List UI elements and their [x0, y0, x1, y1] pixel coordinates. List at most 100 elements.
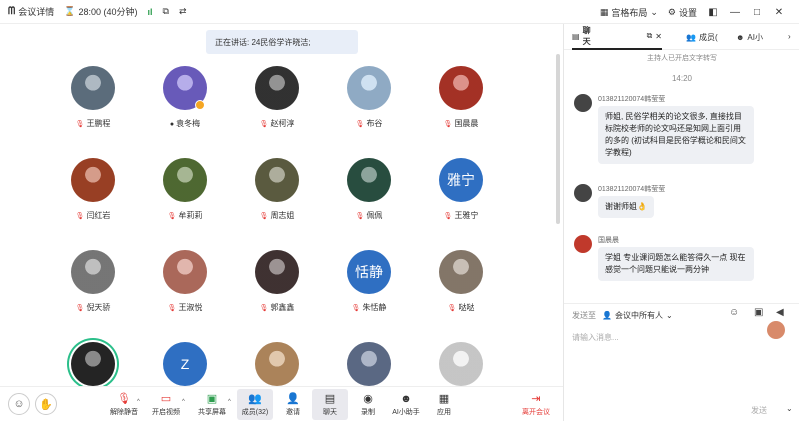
image-icon[interactable]: ▣: [754, 307, 763, 318]
participant-name-label: 倪天骄: [86, 303, 111, 312]
popout-icon[interactable]: ⧉: [647, 31, 653, 41]
hand-icon: ✋: [39, 398, 53, 411]
participant-tile[interactable]: Z: [137, 340, 229, 386]
participant-name-label: 王鹏程: [86, 119, 111, 128]
participant-tile[interactable]: 🎙 牟莉莉: [137, 156, 229, 248]
tab-chat-label: 聊天: [582, 26, 591, 46]
audio-options-caret[interactable]: ^: [137, 399, 140, 405]
raise-hand-button[interactable]: ✋: [35, 393, 57, 415]
record-button[interactable]: ◉ 录制: [350, 389, 386, 420]
participant-name-label: 王淑悦: [178, 303, 203, 312]
participant-tile[interactable]: 🎙 倪天骄: [45, 248, 137, 340]
minimize-button[interactable]: —: [729, 7, 741, 18]
participant-tile[interactable]: 🎙 国晨晨: [413, 64, 505, 156]
leave-meeting-label: 离开会议: [522, 408, 550, 416]
tab-ai[interactable]: ☻ AI小: [736, 24, 763, 50]
maximize-button[interactable]: □: [751, 7, 763, 18]
message-time: 14:20: [671, 74, 693, 83]
participant-tile[interactable]: 🎙 郭鑫鑫: [229, 248, 321, 340]
participant-name: 🎙 佩佩: [321, 210, 417, 221]
emoji-reaction-button[interactable]: ☺: [8, 393, 30, 415]
participant-tile[interactable]: 🎙 周志姐: [229, 156, 321, 248]
participant-tile[interactable]: [413, 340, 505, 386]
photo-placeholder: [347, 158, 391, 202]
tab-chat[interactable]: ▤ 聊天 ⧉ ✕: [572, 24, 662, 50]
photo-placeholder: [255, 66, 299, 110]
apps-button[interactable]: ▦ 应用: [426, 389, 462, 420]
participant-tile[interactable]: 🎙 王鹏程: [45, 64, 137, 156]
message-input[interactable]: 请输入消息...: [572, 332, 619, 343]
close-icon[interactable]: ✕: [655, 32, 662, 41]
signal-icon[interactable]: ıl: [148, 7, 153, 17]
translate-icon[interactable]: ⇄: [179, 6, 187, 17]
scrollbar[interactable]: [556, 54, 560, 224]
more-options-icon[interactable]: ◀: [776, 307, 784, 318]
mic-off-icon: 🎙: [447, 305, 457, 312]
chat-message: 013821120074韩莹莹 谢谢师姐👌: [574, 184, 784, 224]
tab-members[interactable]: 👥 成员(: [686, 24, 718, 50]
mic-off-icon: 🎙: [355, 121, 365, 128]
participant-tile[interactable]: [321, 340, 413, 386]
participant-tile[interactable]: 🎙 布谷: [321, 64, 413, 156]
participant-tile[interactable]: 雅宁 🎙 王雅宁: [413, 156, 505, 248]
video-options-caret[interactable]: ^: [182, 399, 185, 405]
leave-meeting-button[interactable]: ⇥ 离开会议: [518, 389, 554, 420]
photo-placeholder: [255, 342, 299, 386]
sidebar-toggle-icon[interactable]: ◧: [707, 7, 719, 18]
share-screen-button[interactable]: ▣ 共享屏幕: [194, 389, 230, 420]
share-screen-label: 共享屏幕: [198, 408, 226, 416]
participant-name: 🎙 周志姐: [229, 210, 325, 221]
invite-button[interactable]: 👤 邀请: [275, 389, 311, 420]
send-button[interactable]: 发送: [751, 405, 767, 416]
mic-off-icon: 🎙: [443, 213, 453, 220]
participant-tile[interactable]: 🎙 佩佩: [321, 156, 413, 248]
ai-assistant-button[interactable]: ☻ AI小助手: [388, 389, 424, 420]
unmute-label: 解除静音: [110, 408, 138, 416]
photo-placeholder: [347, 66, 391, 110]
participant-tile[interactable]: 🎙 赵柯淳: [229, 64, 321, 156]
participant-name-label: 王雅宁: [454, 211, 479, 220]
participant-name: 🎙 郭鑫鑫: [229, 302, 325, 313]
settings-button[interactable]: ⚙ 设置: [668, 6, 697, 19]
chevron-down-icon: ⌄: [650, 6, 658, 17]
participant-tile[interactable]: 恬静 🎙 朱恬静: [321, 248, 413, 340]
members-label: 成员(32): [241, 408, 269, 416]
layout-button[interactable]: ▦ 宫格布局 ⌄: [600, 6, 658, 19]
participant-tile[interactable]: [45, 340, 137, 386]
external-link-icon[interactable]: ⧉: [163, 6, 169, 17]
emoji-icon[interactable]: ☺: [729, 307, 739, 318]
close-button[interactable]: ✕: [773, 7, 785, 18]
mic-off-icon: 🎙: [443, 121, 453, 128]
bottom-toolbar: ☺ ✋ 🎙 解除静音 ^ ▭ 开启视频 ^ ▣ 共享屏幕 ^ 👥 成员(32) …: [0, 386, 563, 421]
mic-icon: ●: [169, 121, 175, 128]
participant-tile[interactable]: 🎙 王淑悦: [137, 248, 229, 340]
share-options-caret[interactable]: ^: [228, 399, 231, 405]
record-icon: ◉: [363, 392, 373, 405]
photo-placeholder: [255, 158, 299, 202]
participant-tile[interactable]: ● 袁冬梅: [137, 64, 229, 156]
avatar: [439, 66, 483, 110]
share-screen-icon: ▣: [206, 392, 218, 405]
meeting-window: ᗰ 会议详情 ⌛ 28:00 (40分钟) ıl ⧉ ⇄ ▦ 宫格布局 ⌄ ⚙ …: [0, 0, 799, 421]
apps-label: 应用: [437, 408, 451, 416]
meeting-details-button[interactable]: ᗰ 会议详情: [8, 5, 54, 18]
message-sender: 013821120074韩莹莹: [598, 186, 666, 193]
photo-placeholder: [71, 250, 115, 294]
participant-tile[interactable]: [229, 340, 321, 386]
host-badge-icon: [195, 100, 205, 110]
mic-off-icon: 🎙: [355, 213, 365, 220]
participant-name-label: 国晨晨: [454, 119, 479, 128]
grid-icon: ▦: [599, 6, 609, 17]
avatar: [439, 250, 483, 294]
send-to-selector[interactable]: 👤 会议中所有人 ⌄: [602, 310, 673, 321]
members-button[interactable]: 👥 成员(32): [237, 389, 273, 420]
participant-name: 🎙 牟莉莉: [137, 210, 233, 221]
participant-tile[interactable]: 🎙 闫红岩: [45, 156, 137, 248]
chat-button[interactable]: ▤ 聊天: [312, 389, 348, 420]
send-options-caret[interactable]: ⌄: [786, 404, 793, 413]
mic-off-icon: 🎙: [75, 305, 85, 312]
tabs-overflow-icon[interactable]: ›: [788, 32, 791, 41]
participant-tile[interactable]: 🎙 哒哒: [413, 248, 505, 340]
start-video-button[interactable]: ▭ 开启视频: [148, 389, 184, 420]
photo-placeholder: [439, 250, 483, 294]
